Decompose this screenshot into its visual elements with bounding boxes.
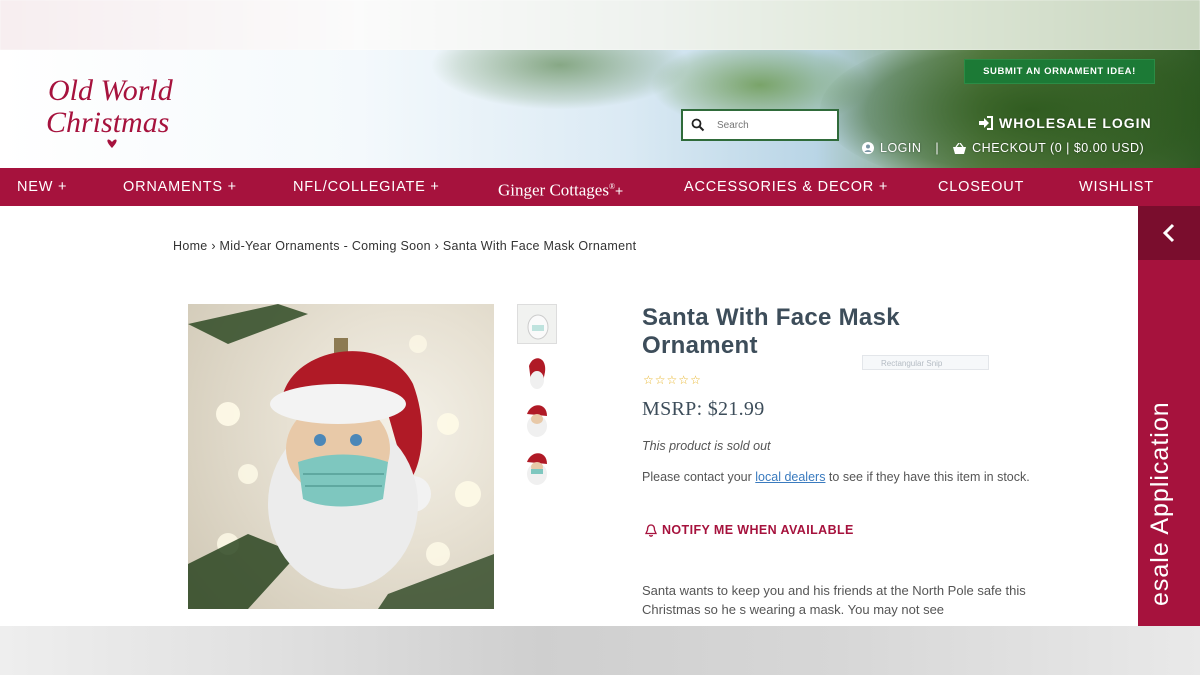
logo-heart-icon (107, 139, 117, 148)
logo-text-line1: Old World (48, 74, 174, 107)
nav-item-nfl-collegiate[interactable]: NFL/COLLEGIATE + (293, 168, 440, 206)
basket-icon (953, 142, 967, 154)
product-thumbnail[interactable] (517, 400, 557, 440)
thumbnail-image (529, 358, 546, 389)
ginger-cottages-label: Ginger Cottages (498, 180, 609, 200)
wholesale-login-link[interactable]: WHOLESALE LOGIN (978, 115, 1152, 131)
product-title: Santa With Face Mask Ornament (642, 304, 900, 359)
notify-when-available-button[interactable]: NOTIFY ME WHEN AVAILABLE (645, 523, 854, 537)
star-icon: ☆ (654, 373, 666, 387)
login-link[interactable]: LOGIN (880, 141, 921, 155)
nav-item-ornaments[interactable]: ORNAMENTS + (123, 168, 237, 206)
panel-toggle-button[interactable] (1138, 206, 1200, 260)
santa-ornament-illustration (188, 304, 494, 609)
snip-tool-overlay: Rectangular Snip (862, 355, 989, 370)
separator: | (935, 141, 940, 155)
product-thumbnail[interactable] (517, 352, 557, 392)
local-dealers-link[interactable]: local dealers (755, 470, 825, 484)
nav-item-new[interactable]: NEW + (17, 168, 67, 206)
nav-item-wishlist[interactable]: WISHLIST (1079, 168, 1154, 206)
wholesale-application-panel[interactable]: esale Application (1138, 206, 1200, 626)
nav-item-ginger-cottages[interactable]: Ginger Cottages®+ (498, 168, 623, 206)
product-description: Santa wants to keep you and his friends … (642, 583, 1026, 617)
main-nav: NEW + ORNAMENTS + NFL/COLLEGIATE + Ginge… (0, 168, 1200, 206)
old-world-christmas-logo[interactable]: Old World Christmas (42, 66, 192, 152)
submit-ornament-idea-button[interactable]: SUBMIT AN ORNAMENT IDEA! (964, 59, 1155, 84)
star-icon: ☆ (690, 373, 701, 387)
chevron-left-icon (1162, 223, 1175, 243)
wholesale-login-label: WHOLESALE LOGIN (999, 115, 1152, 131)
sold-out-status: This product is sold out (642, 439, 771, 453)
star-icon: ☆ (643, 373, 654, 387)
star-icon: ☆ (678, 373, 690, 387)
wholesale-application-label: esale Application (1146, 401, 1174, 606)
thumbnail-image (527, 453, 547, 485)
star-icon: ☆ (666, 373, 678, 387)
top-blur-band (0, 0, 1200, 50)
ginger-plus: + (615, 182, 624, 199)
product-main-image[interactable] (188, 304, 494, 609)
contact-dealer-text: Please contact your local dealers to see… (642, 468, 1032, 487)
checkout-link[interactable]: CHECKOUT (0 | $0.00 USD) (972, 141, 1144, 155)
bottom-blur-band (0, 626, 1200, 675)
contact-text-before: Please contact your (642, 470, 756, 484)
product-thumbnail[interactable] (517, 448, 557, 488)
search-icon (691, 118, 705, 132)
thumbnail-image (527, 314, 549, 340)
nav-item-closeout[interactable]: CLOSEOUT (938, 168, 1024, 206)
account-links: LOGIN | CHECKOUT (0 | $0.00 USD) (862, 141, 1144, 155)
sign-in-icon (979, 116, 993, 130)
contact-text-after: to see if they have this item in stock. (825, 470, 1030, 484)
logo-text-line2: Christmas (46, 106, 169, 139)
notify-label: NOTIFY ME WHEN AVAILABLE (662, 523, 854, 537)
product-price: MSRP: $21.99 (642, 398, 765, 420)
search-input[interactable] (715, 118, 829, 132)
bell-icon (645, 523, 657, 537)
product-thumbnail[interactable] (517, 304, 557, 344)
user-circle-icon (862, 142, 874, 154)
rating-stars[interactable]: ☆ ☆ ☆ ☆ ☆ (643, 373, 701, 387)
thumbnail-image (527, 405, 547, 437)
breadcrumb[interactable]: Home › Mid-Year Ornaments - Coming Soon … (173, 239, 636, 253)
search-box[interactable] (681, 109, 839, 141)
nav-item-accessories-decor[interactable]: ACCESSORIES & DECOR + (684, 168, 888, 206)
